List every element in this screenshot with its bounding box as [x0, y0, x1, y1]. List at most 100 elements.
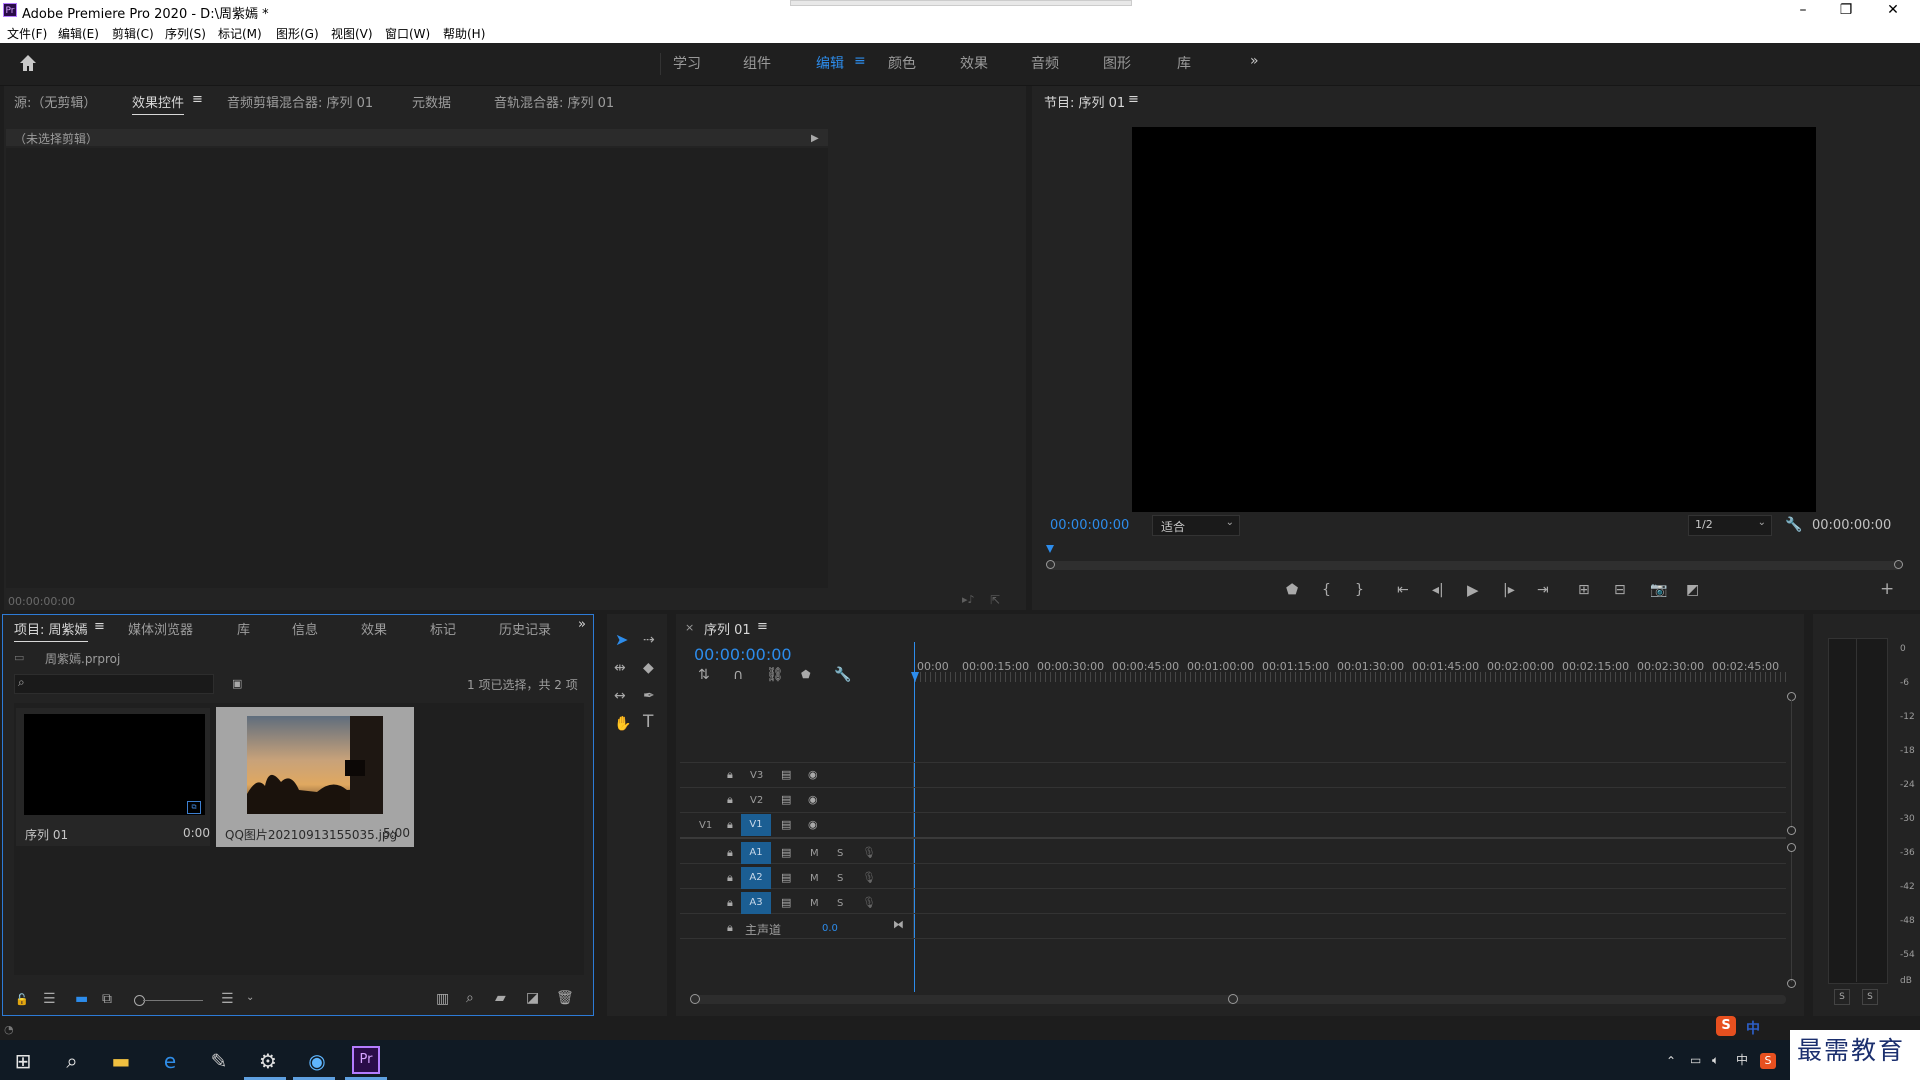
filter-icon[interactable]: ▸♪	[962, 593, 975, 607]
file-explorer-icon[interactable]: ▬	[101, 1046, 141, 1076]
mute-button[interactable]: M	[810, 848, 819, 859]
automate-to-sequence-icon[interactable]: ▥	[436, 992, 449, 1006]
lock-icon[interactable]: 🔒︎	[727, 768, 733, 782]
edge-browser-icon[interactable]: e	[150, 1046, 190, 1076]
linked-selection-icon[interactable]: ⛓	[766, 668, 784, 682]
eye-icon[interactable]: ◉	[808, 818, 818, 832]
tab-effect-controls[interactable]: 效果控件	[132, 92, 185, 115]
workspace-audio[interactable]: 音频	[1031, 53, 1059, 73]
qq-browser-icon[interactable]: ◉	[297, 1046, 337, 1076]
lock-icon[interactable]: 🔒︎	[727, 818, 733, 832]
tab-audio-clip-mixer[interactable]: 音频剪辑混合器: 序列 01	[227, 92, 373, 111]
settings-gear-icon[interactable]: ⚙	[248, 1046, 288, 1076]
program-panel-menu-icon[interactable]: ≡	[1128, 92, 1139, 107]
track-target-a2[interactable]: A2	[741, 867, 771, 889]
vertical-scroll-handle-mid[interactable]	[1787, 826, 1796, 835]
trash-icon[interactable]: 🗑	[556, 991, 574, 1005]
program-current-timecode[interactable]: 00:00:00:00	[1050, 518, 1129, 533]
step-back-icon[interactable]: ◂|	[1432, 583, 1444, 597]
track-target-a1[interactable]: A1	[741, 842, 771, 864]
fit-select[interactable]: 适合 ⌄	[1152, 515, 1240, 536]
find-icon[interactable]: ⌕	[466, 991, 474, 1005]
microphone-icon[interactable]: 🎙︎	[862, 846, 876, 860]
volume-icon[interactable]: 🔈︎	[1712, 1053, 1719, 1067]
tab-media-browser[interactable]: 媒体浏览器	[128, 619, 193, 638]
list-view-icon[interactable]: ☰	[43, 992, 56, 1006]
insert-sequence-as-nest-icon[interactable]: ⇅	[698, 668, 710, 682]
vertical-scrollbar-video[interactable]	[1791, 700, 1792, 828]
workspace-learn[interactable]: 学习	[673, 53, 701, 73]
more-tabs-icon[interactable]: »	[578, 617, 586, 632]
resolution-select[interactable]: 1/2 ⌄	[1688, 515, 1772, 536]
vertical-scroll-handle-bottom[interactable]	[1787, 979, 1796, 988]
mute-button[interactable]: M	[810, 898, 819, 909]
menu-clip[interactable]: 剪辑(C)	[112, 25, 154, 42]
workspace-assembly[interactable]: 组件	[743, 53, 771, 73]
solo-button[interactable]: S	[837, 898, 843, 909]
wrench-icon[interactable]: 🔧	[1785, 518, 1802, 532]
search-icon[interactable]: ⌕	[52, 1046, 92, 1076]
lock-icon[interactable]: 🔒︎	[727, 871, 733, 885]
close-button[interactable]: ✕	[1873, 2, 1913, 18]
microphone-icon[interactable]: 🎙︎	[862, 871, 876, 885]
tab-project[interactable]: 项目: 周紫嫣	[14, 619, 88, 642]
project-search-input[interactable]: ⌕	[14, 674, 214, 694]
tab-effects[interactable]: 效果	[361, 619, 387, 638]
new-search-bin-icon[interactable]: ▣	[232, 677, 242, 691]
zoom-slider[interactable]	[143, 1000, 203, 1001]
ime-mode-label[interactable]: 中	[1746, 1018, 1760, 1038]
icon-view-icon[interactable]: ▬	[75, 992, 88, 1006]
zoom-handle-right[interactable]	[1894, 560, 1903, 569]
program-video-frame[interactable]	[1132, 127, 1816, 512]
vertical-scrollbar-audio[interactable]	[1791, 852, 1792, 982]
track-target-a3[interactable]: A3	[741, 892, 771, 914]
workspace-menu-icon[interactable]: ≡	[854, 53, 866, 69]
microphone-icon[interactable]: 🎙︎	[862, 896, 876, 910]
workspace-color[interactable]: 颜色	[888, 53, 916, 73]
add-marker-icon[interactable]: ⬟	[1286, 583, 1298, 597]
chevron-down-icon[interactable]: ⌄	[246, 991, 254, 1005]
menu-window[interactable]: 窗口(W)	[385, 25, 430, 42]
ripple-edit-tool-icon[interactable]: ⇹	[614, 661, 626, 675]
step-forward-icon[interactable]: |▸	[1503, 583, 1515, 597]
track-select-tool-icon[interactable]: ⇢	[643, 633, 655, 647]
go-to-out-icon[interactable]: ⇥	[1537, 583, 1549, 597]
timeline-ruler-ticks[interactable]	[915, 672, 1788, 682]
chevron-up-icon[interactable]: ⌃	[1666, 1054, 1676, 1068]
export-frame-icon[interactable]: 📷	[1650, 583, 1667, 597]
horizontal-scroll-handle-right[interactable]	[1228, 994, 1238, 1004]
lock-icon[interactable]: 🔓	[15, 993, 29, 1007]
menu-graphics[interactable]: 图形(G)	[276, 25, 319, 42]
track-target-v1[interactable]: V1	[741, 814, 771, 836]
comparison-view-icon[interactable]: ◩	[1686, 583, 1699, 597]
timeline-timecode[interactable]: 00:00:00:00	[694, 645, 792, 664]
add-marker-icon[interactable]: ⬟	[801, 668, 811, 682]
premiere-taskbar-icon[interactable]: Pr	[352, 1046, 380, 1074]
solo-button[interactable]: S	[837, 873, 843, 884]
new-item-icon[interactable]: ◪	[526, 991, 539, 1005]
menu-sequence[interactable]: 序列(S)	[165, 25, 206, 42]
sogou-tray-icon[interactable]: S	[1760, 1053, 1776, 1069]
network-icon[interactable]: ▭	[1690, 1053, 1701, 1067]
home-icon[interactable]	[18, 53, 38, 73]
zoom-handle-left[interactable]	[1046, 560, 1055, 569]
close-sequence-icon[interactable]: ×	[685, 621, 694, 634]
timeline-settings-wrench-icon[interactable]: 🔧	[834, 668, 851, 682]
mute-button[interactable]: M	[810, 873, 819, 884]
lock-icon[interactable]: 🔒︎	[727, 921, 733, 935]
program-monitor-title[interactable]: 节目: 序列 01	[1044, 92, 1125, 111]
sync-lock-icon[interactable]: ▤	[781, 768, 791, 782]
menu-file[interactable]: 文件(F)	[7, 25, 47, 42]
workspace-graphics[interactable]: 图形	[1103, 53, 1131, 73]
master-volume-value[interactable]: 0.0	[822, 923, 838, 934]
program-playhead[interactable]	[1046, 545, 1054, 553]
tab-sequence[interactable]: 序列 01	[704, 619, 751, 638]
restore-button[interactable]: ❐	[1826, 2, 1866, 18]
timeline-playhead[interactable]	[911, 672, 919, 682]
tab-libraries[interactable]: 库	[237, 619, 250, 638]
mark-out-icon[interactable]: }	[1355, 583, 1364, 597]
selection-tool-icon[interactable]: ➤	[615, 632, 628, 648]
source-patch-v1[interactable]: V1	[699, 820, 712, 831]
lock-icon[interactable]: 🔒︎	[727, 846, 733, 860]
go-to-in-icon[interactable]: ⇤	[1397, 583, 1409, 597]
